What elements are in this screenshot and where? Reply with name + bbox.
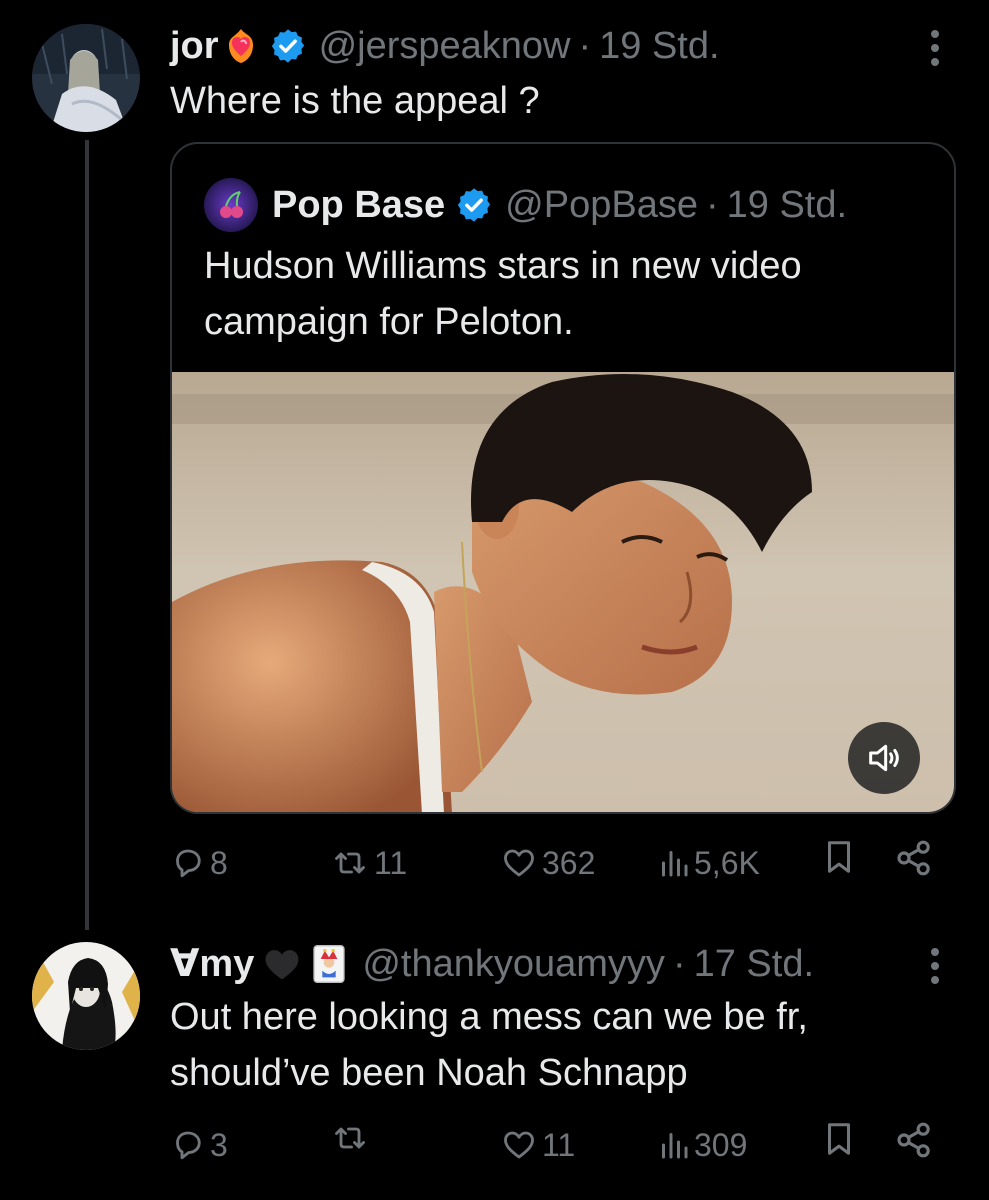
views-button[interactable]: 309 xyxy=(658,1120,747,1170)
tweet-timestamp[interactable]: 19 Std. xyxy=(599,24,719,68)
share-icon xyxy=(897,1122,930,1158)
bookmark-icon xyxy=(827,841,851,873)
avatar-image xyxy=(32,942,140,1050)
avatar-image xyxy=(32,24,140,132)
repost-button[interactable]: 11 xyxy=(330,838,407,888)
like-count: 11 xyxy=(542,1127,576,1163)
speaker-icon xyxy=(869,744,899,772)
author-handle[interactable]: @jerspeaknow xyxy=(319,24,571,68)
repost-button[interactable] xyxy=(330,1120,374,1156)
verified-badge-icon xyxy=(269,27,307,65)
more-options-icon[interactable] xyxy=(929,30,941,66)
avatar[interactable] xyxy=(32,24,140,132)
tweet[interactable]: jor @jerspeaknow · 19 Std. Where is the … xyxy=(0,0,989,930)
like-button[interactable]: 362 xyxy=(500,838,595,888)
reply-count: 3 xyxy=(210,1127,228,1163)
quoted-tweet-text: Hudson Williams stars in new video campa… xyxy=(204,245,802,343)
bookmark-icon xyxy=(827,1123,851,1155)
tweet-text-line: should’ve been Noah Schnapp xyxy=(170,1052,688,1094)
like-count: 362 xyxy=(542,845,596,881)
quoted-author-handle[interactable]: @PopBase xyxy=(505,183,698,227)
heart-icon xyxy=(504,1131,534,1159)
quoted-video-thumbnail[interactable] xyxy=(172,372,954,812)
bookmark-button[interactable] xyxy=(822,1120,856,1158)
author-name[interactable]: jor xyxy=(170,24,219,68)
views-count: 309 xyxy=(694,1127,748,1163)
author-name[interactable]: ∀my xyxy=(170,942,254,986)
tweet-text: Where is the appeal ? xyxy=(170,80,540,122)
verified-badge-icon xyxy=(455,186,493,224)
mute-toggle-button[interactable] xyxy=(848,722,920,794)
share-button[interactable] xyxy=(894,1120,934,1160)
tweet-text: Out here looking a mess can we be fr, sh… xyxy=(170,992,949,1098)
separator-dot: · xyxy=(705,184,719,226)
tweet-timestamp[interactable]: 17 Std. xyxy=(694,942,814,986)
tweet-header: jor @jerspeaknow · 19 Std. xyxy=(170,24,720,68)
quoted-author-name[interactable]: Pop Base xyxy=(272,183,445,227)
views-chart-icon xyxy=(662,1133,688,1159)
reply-button[interactable]: 8 xyxy=(170,838,228,888)
repost-icon xyxy=(335,852,365,874)
author-handle[interactable]: @thankyouamyyy xyxy=(362,942,665,986)
tweet-actions: 8 11 362 5,6K xyxy=(170,838,950,888)
reply-count: 8 xyxy=(210,845,228,881)
share-button[interactable] xyxy=(894,838,934,878)
views-count: 5,6K xyxy=(694,845,760,881)
more-options-icon[interactable] xyxy=(929,948,941,984)
bookmark-button[interactable] xyxy=(822,838,856,876)
tweet-text-line: Out here looking a mess can we be fr, xyxy=(170,996,808,1038)
tweet-header: ∀my @thankyouamyyy · 17 Std. xyxy=(170,942,814,986)
thread-line xyxy=(85,140,89,930)
tweet[interactable]: ∀my @thankyouamyyy · 17 Std. Out here lo… xyxy=(0,930,989,1200)
video-frame xyxy=(172,372,954,812)
black-heart-icon xyxy=(260,945,304,983)
like-button[interactable]: 11 xyxy=(500,1120,575,1170)
separator-dot: · xyxy=(578,25,592,67)
repost-count: 11 xyxy=(374,845,408,881)
reply-button[interactable]: 3 xyxy=(170,1120,228,1170)
views-chart-icon xyxy=(662,851,688,877)
quoted-avatar xyxy=(204,178,258,232)
quoted-tweet-header: Pop Base @PopBase · 19 Std. xyxy=(204,178,847,232)
heart-icon xyxy=(504,849,534,877)
share-icon xyxy=(897,840,930,876)
quoted-tweet[interactable]: Pop Base @PopBase · 19 Std. Hudson Willi… xyxy=(170,142,956,814)
tweet-actions: 3 11 309 xyxy=(170,1120,950,1170)
avatar[interactable] xyxy=(32,942,140,1050)
joker-card-icon xyxy=(312,944,346,984)
heart-on-fire-icon xyxy=(223,27,259,65)
quoted-timestamp[interactable]: 19 Std. xyxy=(727,183,847,227)
reply-icon xyxy=(176,849,201,878)
reply-icon xyxy=(176,1131,201,1160)
separator-dot: · xyxy=(672,943,686,985)
views-button[interactable]: 5,6K xyxy=(658,838,760,888)
repost-icon xyxy=(335,1127,365,1149)
